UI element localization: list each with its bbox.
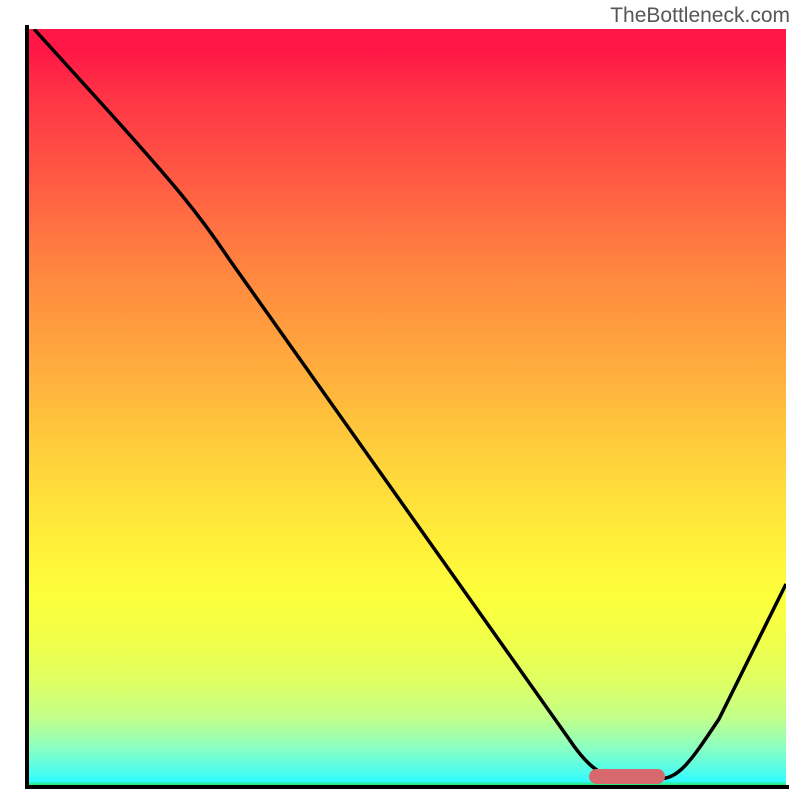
bottleneck-curve — [29, 29, 786, 785]
chart-plot-area — [29, 29, 786, 785]
watermark-text: TheBottleneck.com — [610, 4, 790, 28]
y-axis-line — [25, 25, 29, 788]
x-axis-line — [25, 785, 789, 789]
optimal-range-marker — [589, 769, 665, 784]
